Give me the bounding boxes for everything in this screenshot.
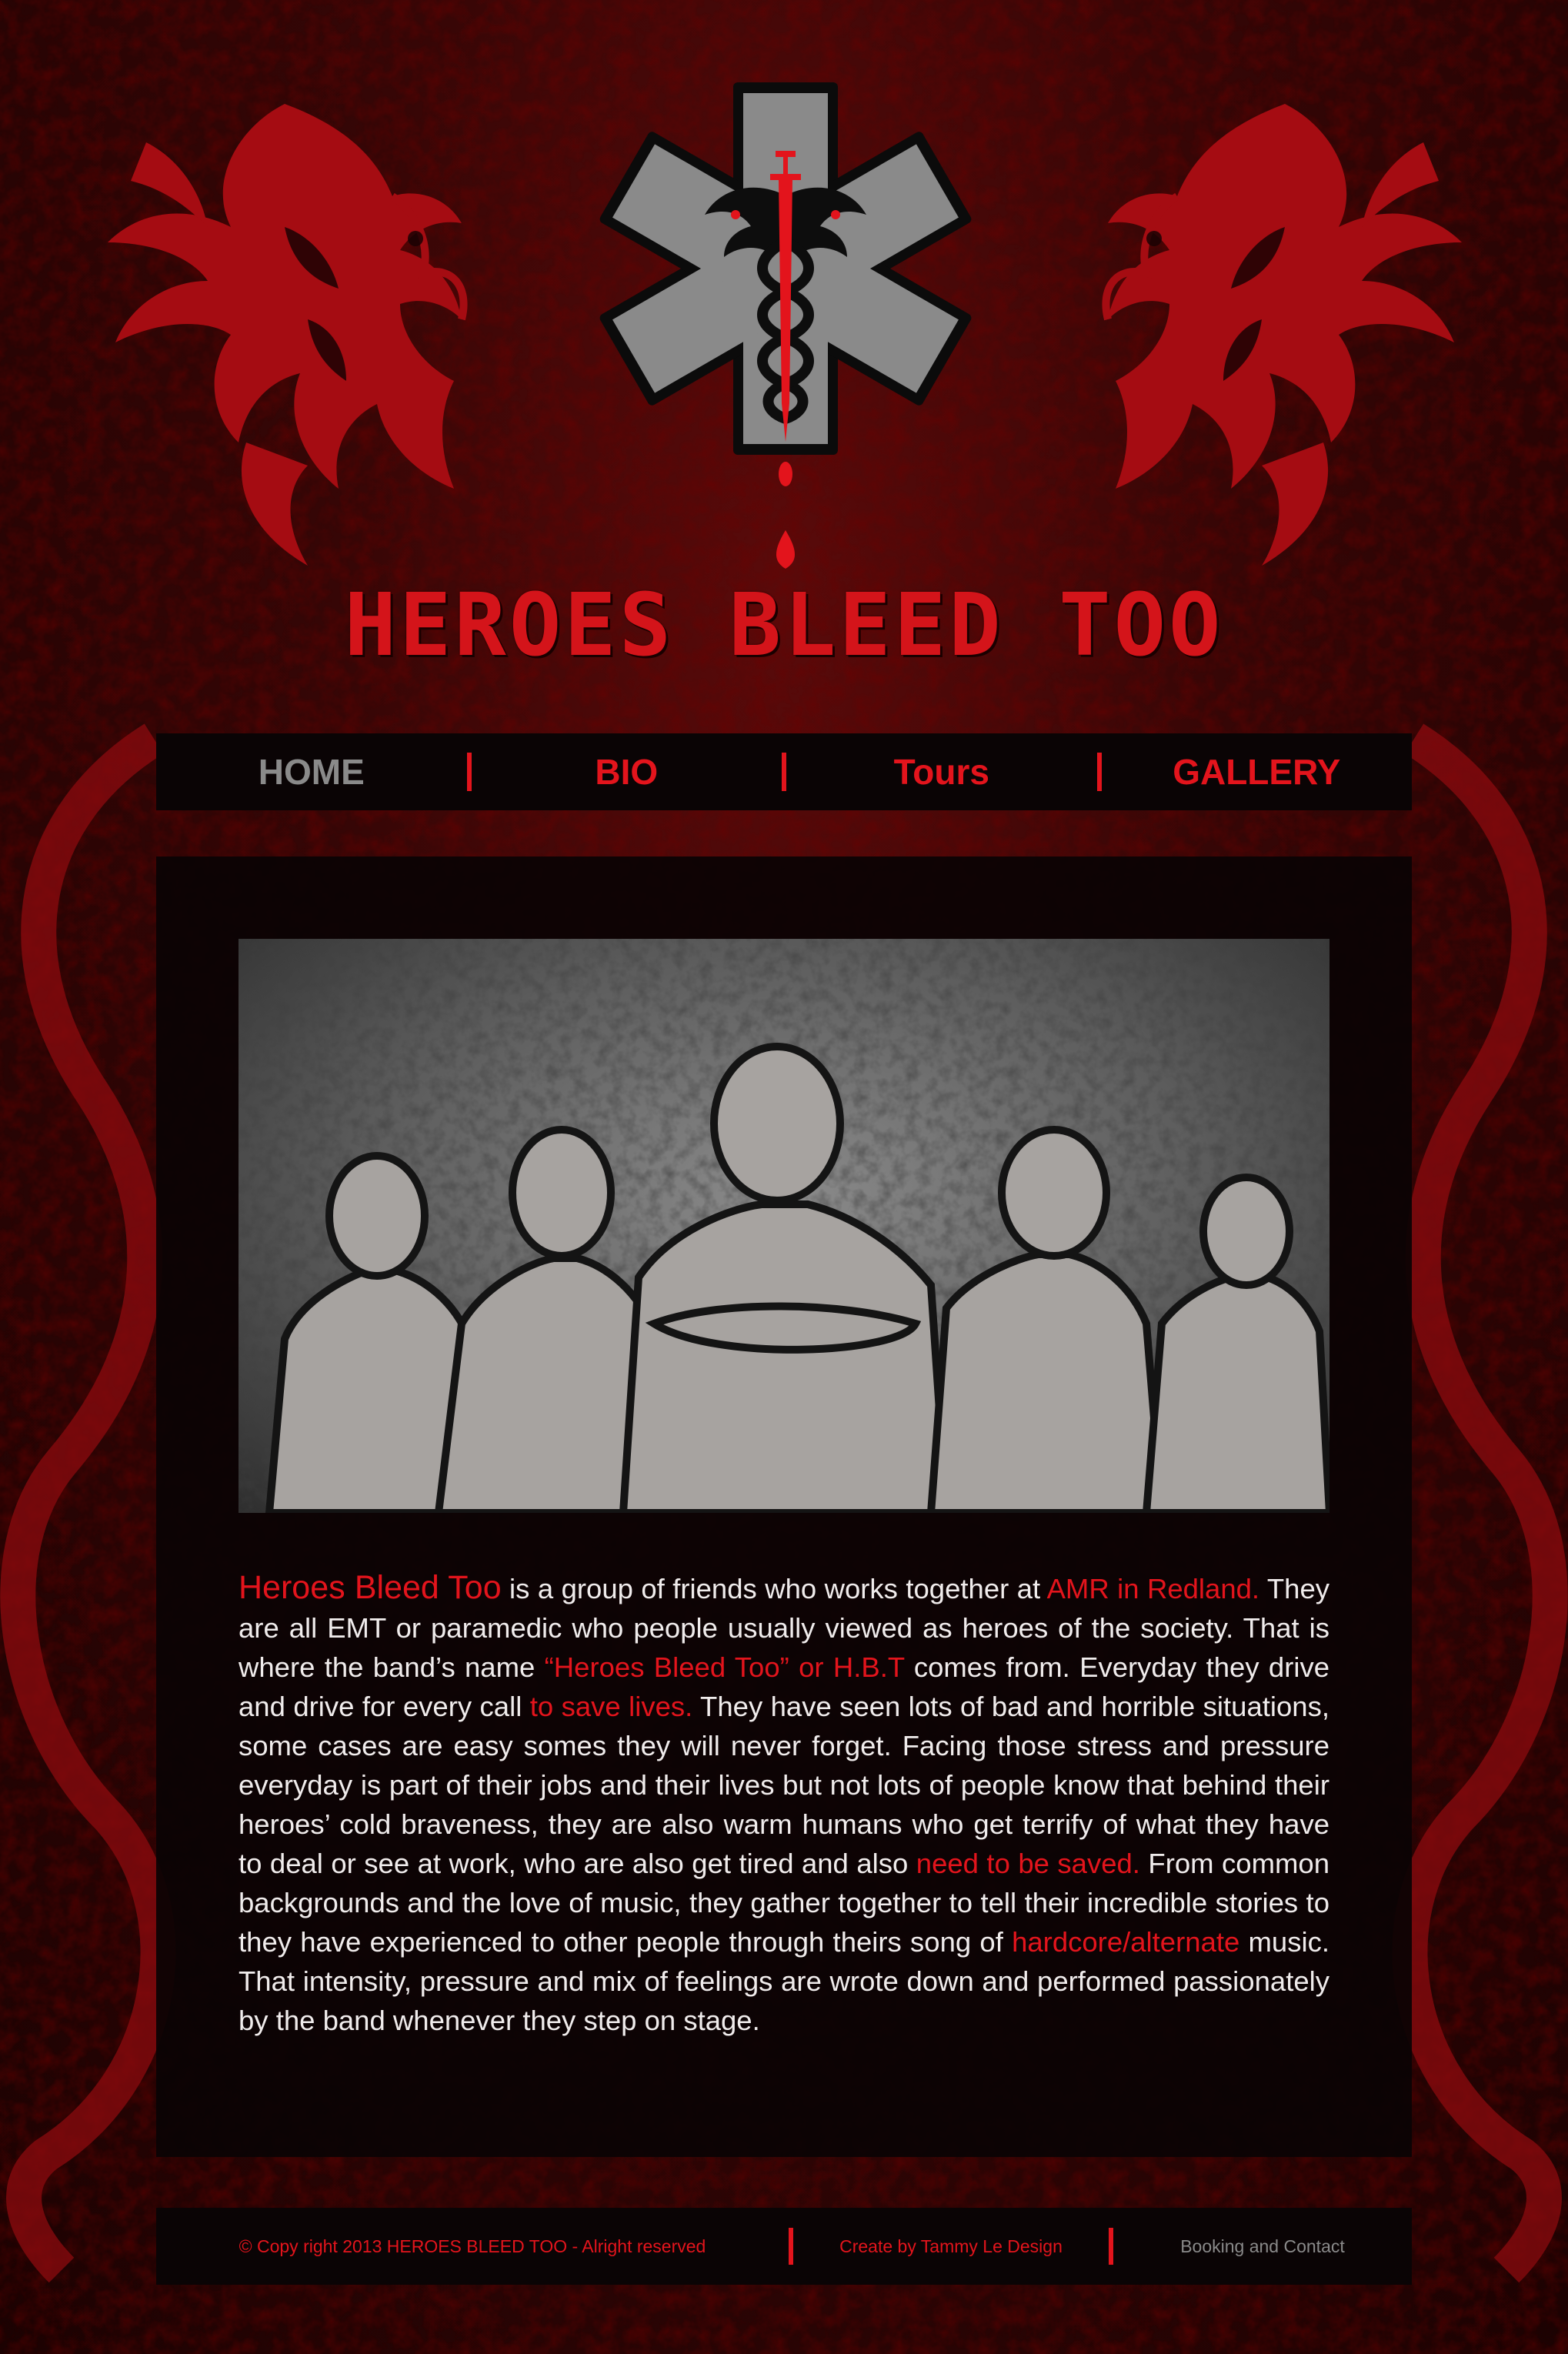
- footer-credit-link[interactable]: Create by Tammy Le Design: [793, 2208, 1109, 2285]
- bio-highlight: hardcore/alternate: [1012, 1926, 1240, 1958]
- footer-contact-link[interactable]: Booking and Contact: [1113, 2208, 1412, 2285]
- site-footer: © Copy right 2013 HEROES BLEED TOO - Alr…: [156, 2208, 1412, 2285]
- bio-band-name: Heroes Bleed Too: [239, 1569, 502, 1606]
- band-photo-image: [239, 939, 1329, 1513]
- band-photo: [239, 939, 1329, 1513]
- nav-tours[interactable]: Tours: [786, 733, 1097, 810]
- band-bio: Heroes Bleed Too is a group of friends w…: [239, 1568, 1329, 2040]
- site-title: HEROES BLEED TOO: [344, 576, 1224, 676]
- nav-bio[interactable]: BIO: [472, 733, 782, 810]
- bio-text: is a group of friends who works together…: [501, 1573, 1047, 1604]
- bio-highlight: need to be saved.: [916, 1848, 1140, 1879]
- right-dragon-icon: [1102, 104, 1462, 566]
- nav-gallery[interactable]: GALLERY: [1102, 733, 1413, 810]
- bio-highlight: “Heroes Bleed Too” or H.B.T: [544, 1651, 905, 1683]
- content-panel: Heroes Bleed Too is a group of friends w…: [156, 856, 1412, 2157]
- left-dragon-icon: [108, 104, 468, 566]
- main-nav: HOME BIO Tours GALLERY: [156, 733, 1412, 810]
- star-of-life-icon: [599, 82, 972, 569]
- bio-highlight: to save lives.: [529, 1691, 693, 1722]
- bio-highlight: AMR in Redland.: [1046, 1573, 1260, 1604]
- nav-home[interactable]: HOME: [156, 733, 467, 810]
- footer-copyright: © Copy right 2013 HEROES BLEED TOO - Alr…: [239, 2236, 706, 2256]
